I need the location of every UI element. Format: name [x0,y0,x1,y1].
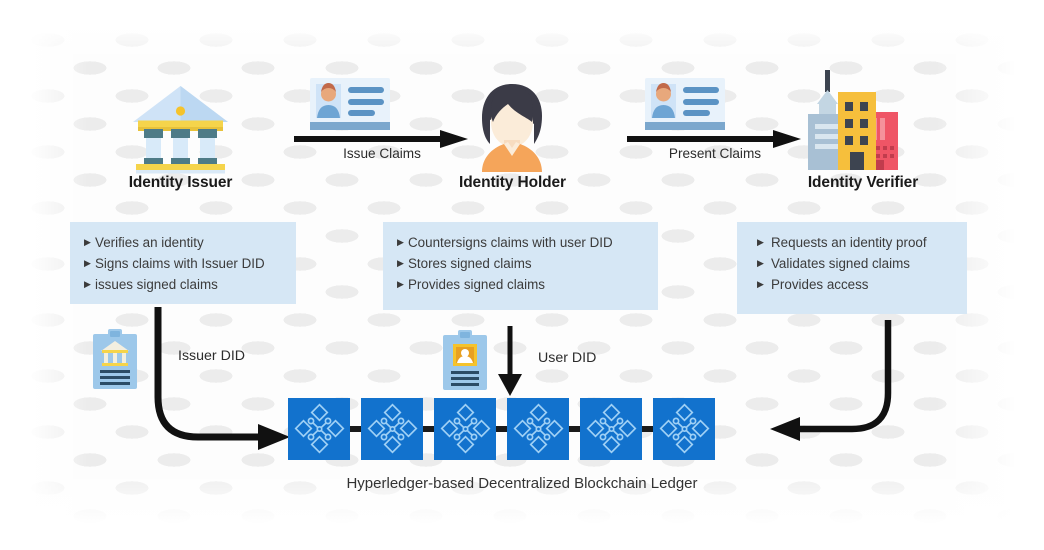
arrow-user-did-to-ledger [494,326,526,398]
info-bullet: ▶ Countersigns claims with user DID [397,232,644,253]
actor-title-holder: Identity Holder [458,174,566,191]
info-bullet: ▶ Signs claims with Issuer DID [84,253,282,274]
info-box-verifier: ▶ Requests an identity proof ▶ Validates s… [737,222,967,314]
info-box-issuer: ▶ Verifies an identity ▶ Signs claims with… [70,222,296,304]
arrow-verifier-to-ledger [760,315,920,455]
bullet-marker: ▶ [397,237,404,247]
ledger-block [288,398,350,460]
bank-icon [128,82,233,174]
diagram-canvas: Identity Issuer Issue Claims Identity Ho… [0,0,1044,550]
info-bullet: ▶ Validates signed claims [757,253,953,274]
bullet-marker: ▶ [84,237,91,247]
info-bullet-text: Signs claims with Issuer DID [95,256,265,271]
info-bullet-text: Provides access [771,277,869,292]
info-box-holder: ▶ Countersigns claims with user DID ▶ Stor… [383,222,658,310]
actor-title-verifier: Identity Verifier [807,174,919,191]
info-bullet-text: Verifies an identity [95,235,204,250]
ledger-link [423,426,434,432]
ledger-caption: Hyperledger-based Decentralized Blockcha… [346,475,698,492]
id-card-icon-present [645,78,725,130]
actor-title-issuer: Identity Issuer [128,174,233,191]
id-card-icon-issue [310,78,390,130]
info-bullet: ▶ issues signed claims [84,274,282,295]
info-bullet-text: Stores signed claims [408,256,532,271]
info-bullet-text: Validates signed claims [771,256,910,271]
arrow-label-present-claims: Present Claims [668,146,762,161]
info-bullet-text: Countersigns claims with user DID [408,235,613,250]
arrow-label-issue-claims: Issue Claims [343,146,421,161]
ledger-link [569,426,580,432]
did-label-user: User DID [538,350,597,366]
bullet-marker: ▶ [84,258,91,268]
ledger-block [507,398,569,460]
buildings-icon [800,70,898,170]
bullet-marker: ▶ [397,258,404,268]
ledger-block [653,398,715,460]
ledger-block [361,398,423,460]
bullet-marker: ▶ [757,258,764,268]
info-bullet-text: Provides signed claims [408,277,545,292]
info-bullet: ▶ Provides signed claims [397,274,644,295]
info-bullet: ▶ Requests an identity proof [757,232,953,253]
info-bullet: ▶ Provides access [757,274,953,295]
bullet-marker: ▶ [757,279,764,289]
person-avatar-icon [466,80,558,172]
info-bullet-text: issues signed claims [95,277,218,292]
bullet-marker: ▶ [84,279,91,289]
user-did-badge-icon [443,330,487,390]
info-bullet: ▶ Verifies an identity [84,232,282,253]
ledger-block [434,398,496,460]
ledger-link [496,426,507,432]
ledger-link [642,426,653,432]
info-bullet-text: Requests an identity proof [771,235,927,250]
bullet-marker: ▶ [397,279,404,289]
info-bullet: ▶ Stores signed claims [397,253,644,274]
issuer-did-badge-icon [93,329,137,389]
arrow-issuer-to-ledger [140,305,300,455]
bullet-marker: ▶ [757,237,764,247]
ledger-link [350,426,361,432]
ledger-block [580,398,642,460]
